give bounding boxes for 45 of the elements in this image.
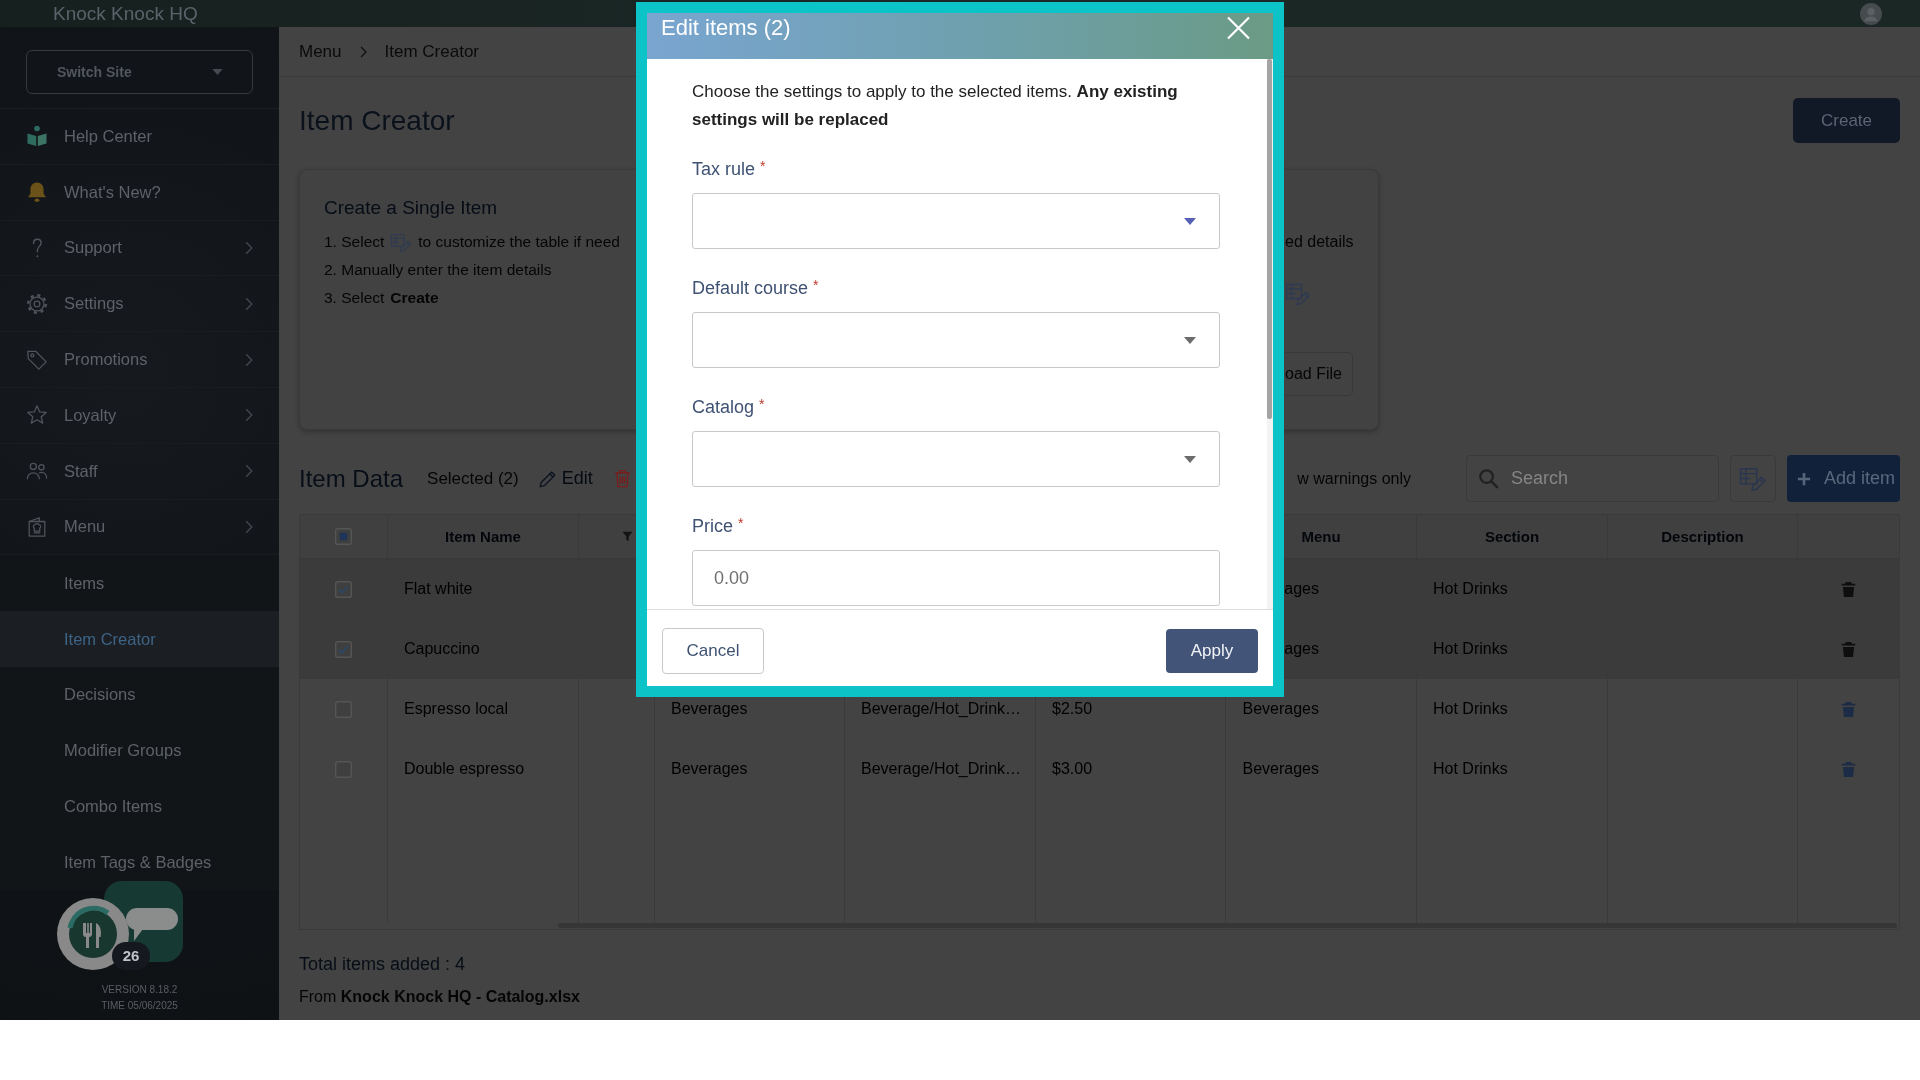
table-cell: Hot Drinks <box>1433 760 1508 778</box>
table-cell: Hot Drinks <box>1433 640 1508 658</box>
field-label: Catalog <box>692 396 755 419</box>
breadcrumb-current: Item Creator <box>384 41 479 62</box>
table-cell: ages <box>1284 580 1319 598</box>
card-text: ed details <box>1285 232 1354 252</box>
table-cell: ages <box>1284 640 1319 658</box>
table-cell: Hot Drinks <box>1433 700 1508 718</box>
table-cell: Beverages <box>1242 700 1319 718</box>
table-cell: $2.50 <box>1052 700 1093 718</box>
step-text: to customize the table if need <box>418 232 620 252</box>
selection-count: Selected (2) <box>427 468 519 489</box>
summary-text: Total items added : 4 <box>299 953 466 976</box>
source-file-text: From Knock Knock HQ - Catalog.xlsx <box>299 987 580 1007</box>
table-cell: Double espresso <box>404 760 525 778</box>
table-cell: Espresso local <box>404 700 509 718</box>
dialog-title: Edit items (2) <box>661 14 791 42</box>
table-cell: Beverages <box>671 700 748 718</box>
card-title: Create a Single Item <box>324 196 498 220</box>
table-cell: Hot Drinks <box>1433 580 1508 598</box>
required-mark: * <box>760 159 766 173</box>
table-cell: Beverages <box>671 760 748 778</box>
app-title: Knock Knock HQ <box>53 2 198 25</box>
table-cell: Capuccino <box>404 640 480 658</box>
filter-label: w warnings only <box>1297 469 1411 488</box>
required-mark: * <box>738 516 744 530</box>
time-text: TIME 05/06/2025 <box>101 999 178 1014</box>
table-cell: Beverage/Hot_Drink… <box>861 760 1022 778</box>
dialog-description: Choose the settings to apply to the selected items. Any existing settings will be replaced <box>692 81 1179 131</box>
table-cell: Beverage/Hot_Drink… <box>861 700 1022 718</box>
field-label: Tax rule <box>692 158 756 181</box>
required-mark: * <box>813 278 819 292</box>
step-text: 2. Manually enter the item details <box>324 260 552 280</box>
section-title: Item Data <box>299 464 404 493</box>
table-cell: Flat white <box>404 580 473 598</box>
page-title: Item Creator <box>299 104 455 137</box>
table-cell: $3.00 <box>1052 760 1093 778</box>
step-text: 1. Select <box>324 232 385 252</box>
count-badge: 26 <box>112 942 150 971</box>
step-text: 3. Select Create <box>324 288 439 308</box>
table-cell: Beverages <box>1242 760 1319 778</box>
required-mark: * <box>759 397 765 411</box>
version-text: VERSION 8.18.2 <box>101 983 178 998</box>
field-label: Default course <box>692 277 809 300</box>
field-label: Price <box>692 515 733 538</box>
